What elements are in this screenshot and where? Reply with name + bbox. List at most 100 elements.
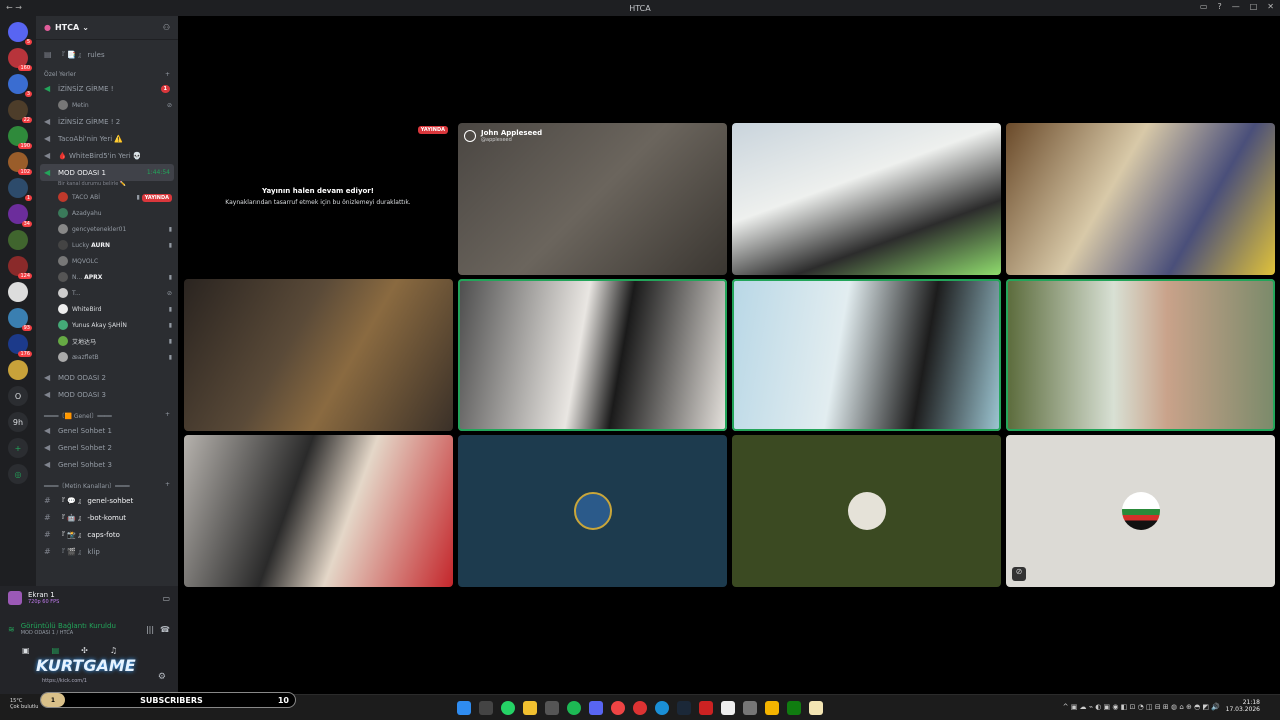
video-tile[interactable] bbox=[184, 279, 453, 431]
connection-signal-icon[interactable]: ≋ bbox=[8, 625, 15, 634]
video-tile[interactable]: John Appleseed @appleseed bbox=[458, 123, 727, 275]
server-header[interactable]: ● HTCA ⌄ ⚇ bbox=[36, 16, 178, 40]
opera-icon[interactable] bbox=[633, 701, 647, 715]
video-tile[interactable] bbox=[1006, 123, 1275, 275]
video-tile[interactable] bbox=[1006, 279, 1275, 431]
disconnect-icon[interactable]: ☎ bbox=[160, 625, 170, 634]
maximize-button[interactable]: □ bbox=[1250, 2, 1258, 11]
close-button[interactable]: ✕ bbox=[1267, 2, 1274, 11]
server-icon[interactable] bbox=[8, 230, 28, 250]
voice-channel[interactable]: ◀ İZİNSİZ GİRME ! 1 bbox=[36, 80, 178, 97]
share-screen-button[interactable]: ▤ bbox=[52, 646, 60, 655]
voice-user[interactable]: Metin ⊘ bbox=[36, 97, 178, 113]
video-tile[interactable]: ⊘ bbox=[1006, 435, 1275, 587]
voice-channel[interactable]: ◀ Genel Sohbet 2 bbox=[36, 439, 178, 456]
speaker-icon: ◀ bbox=[44, 134, 51, 143]
start-icon[interactable] bbox=[457, 701, 471, 715]
text-channel[interactable]: # 『 📸 』 caps-foto bbox=[36, 526, 178, 543]
speaker-icon: ◀ bbox=[44, 84, 51, 93]
server-icon[interactable]: 34 bbox=[8, 204, 32, 227]
app-icon[interactable] bbox=[743, 701, 757, 715]
voice-user[interactable]: Lucky AURN ▮ bbox=[36, 237, 178, 253]
voice-channel[interactable]: ◀ MOD ODASI 2 bbox=[36, 369, 178, 386]
app-icon[interactable] bbox=[721, 701, 735, 715]
text-channel[interactable]: # 『 🤖 』 -bot-komut bbox=[36, 509, 178, 526]
stop-stream-icon[interactable]: ▭ bbox=[162, 594, 170, 603]
video-tile[interactable] bbox=[732, 279, 1001, 431]
xbox-icon[interactable] bbox=[787, 701, 801, 715]
voice-channel[interactable]: ◀ MOD ODASI 3 bbox=[36, 386, 178, 403]
category-genel[interactable]: ════〔🟧 Genel〕════ + bbox=[36, 403, 178, 422]
video-tile[interactable] bbox=[184, 435, 453, 587]
channel-status[interactable]: Bir kanal durumu belirle ✏️ bbox=[36, 181, 178, 189]
video-tile[interactable] bbox=[458, 279, 727, 431]
voice-channel[interactable]: ◀ Genel Sohbet 1 bbox=[36, 422, 178, 439]
soundboard-button[interactable]: ♫ bbox=[110, 646, 117, 655]
inbox-icon[interactable]: ▭ bbox=[1200, 2, 1208, 11]
discord-icon[interactable] bbox=[589, 701, 603, 715]
video-tile[interactable] bbox=[458, 435, 727, 587]
server-icon[interactable]: 190 bbox=[8, 126, 32, 149]
spotify-icon[interactable] bbox=[567, 701, 581, 715]
voice-user[interactable]: MQVOLC bbox=[36, 253, 178, 269]
edge-icon[interactable] bbox=[655, 701, 669, 715]
server-icon[interactable]: 9h bbox=[8, 412, 28, 432]
server-icon[interactable]: 93 bbox=[8, 308, 32, 331]
text-channel[interactable]: # 『 💬 』 genel-sohbet bbox=[36, 492, 178, 509]
voice-user[interactable]: æazfletB ▮ bbox=[36, 349, 178, 365]
back-forward-icon[interactable]: ← → bbox=[6, 3, 22, 12]
clock[interactable]: 21:18 17.03.2026 bbox=[1226, 699, 1260, 713]
voice-channel[interactable]: ◀ TacoAbi'nin Yeri ⚠️ bbox=[36, 130, 178, 147]
voice-user[interactable]: N... APRX ▮ bbox=[36, 269, 178, 285]
server-icon[interactable]: 124 bbox=[8, 256, 32, 279]
obs-icon[interactable] bbox=[545, 701, 559, 715]
server-icon[interactable]: 22 bbox=[8, 100, 32, 123]
weather-widget[interactable]: 15°C Çok bulutlu bbox=[0, 694, 44, 720]
server-icon[interactable] bbox=[8, 282, 28, 302]
video-tile[interactable] bbox=[732, 123, 1001, 275]
settings-gear-icon[interactable]: ⚙ bbox=[158, 672, 166, 682]
text-channel[interactable]: # 『 🎬 』 klip bbox=[36, 543, 178, 560]
add-server-icon[interactable]: + bbox=[8, 438, 28, 458]
voice-channel[interactable]: ◀ İZİNSİZ GİRME ! 2 bbox=[36, 113, 178, 130]
server-icon[interactable]: 102 bbox=[8, 152, 32, 175]
channel-rules[interactable]: ▤ 『 📑 』 rules bbox=[36, 46, 178, 63]
category-ozel-yerler[interactable]: Özel Yerler + bbox=[36, 63, 178, 80]
server-icon[interactable]: 1 bbox=[8, 178, 32, 201]
camera-button[interactable]: ▣ bbox=[22, 646, 30, 655]
voice-user[interactable]: Azadyahu bbox=[36, 205, 178, 221]
notepad-icon[interactable] bbox=[809, 701, 823, 715]
system-tray[interactable]: ^ ▣ ☁ ⌁ ◐ ▣ ◉ ◧ ⊡ ◔ ◫ ⊟ ⊞ ◍ ⌂ ⊕ ◓ ◩ 🔊 bbox=[1063, 703, 1220, 711]
category-metin[interactable]: ════〔Metin Kanalları〕════ + bbox=[36, 473, 178, 492]
discord-home-icon[interactable]: 5 bbox=[8, 22, 32, 45]
file-explorer-icon[interactable] bbox=[523, 701, 537, 715]
noise-suppression-icon[interactable]: ||| bbox=[146, 625, 154, 634]
voice-user[interactable]: gencyetenekler01 ▮ bbox=[36, 221, 178, 237]
voice-user[interactable]: TACO ABİ ▮ YAYINDA bbox=[36, 189, 178, 205]
activities-button[interactable]: ✣ bbox=[81, 646, 88, 655]
server-icon[interactable]: 3 bbox=[8, 74, 32, 97]
steam-icon[interactable] bbox=[677, 701, 691, 715]
voice-channel[interactable]: ◀ 🩸 WhiteBird5'in Yeri 💀 bbox=[36, 147, 178, 164]
discover-icon[interactable]: ◎ bbox=[8, 464, 28, 484]
app-icon[interactable] bbox=[699, 701, 713, 715]
add-member-icon[interactable]: ⚇ bbox=[163, 23, 170, 32]
server-icon[interactable]: 160 bbox=[8, 48, 32, 71]
server-icon[interactable]: O bbox=[8, 386, 28, 406]
voice-user[interactable]: 艾地达马 ▮ bbox=[36, 333, 178, 349]
help-icon[interactable]: ? bbox=[1217, 2, 1221, 11]
stream-brand-logo: KURTGAME bbox=[36, 656, 136, 675]
voice-channel-active[interactable]: ◀ MOD ODASI 1 1:44:54 bbox=[40, 164, 174, 181]
voice-channel[interactable]: ◀ Genel Sohbet 3 bbox=[36, 456, 178, 473]
voice-user[interactable]: T... ⊘ bbox=[36, 285, 178, 301]
voice-user[interactable]: Yunus Akay ŞAHİN ▮ bbox=[36, 317, 178, 333]
video-tile[interactable] bbox=[732, 435, 1001, 587]
chrome-icon[interactable] bbox=[611, 701, 625, 715]
server-icon[interactable]: 176 bbox=[8, 334, 32, 357]
voice-user[interactable]: WhiteBird ▮ bbox=[36, 301, 178, 317]
server-icon[interactable] bbox=[8, 360, 28, 380]
whatsapp-icon[interactable] bbox=[501, 701, 515, 715]
app-icon[interactable] bbox=[765, 701, 779, 715]
minimize-button[interactable]: — bbox=[1232, 2, 1240, 11]
task-view-icon[interactable] bbox=[479, 701, 493, 715]
